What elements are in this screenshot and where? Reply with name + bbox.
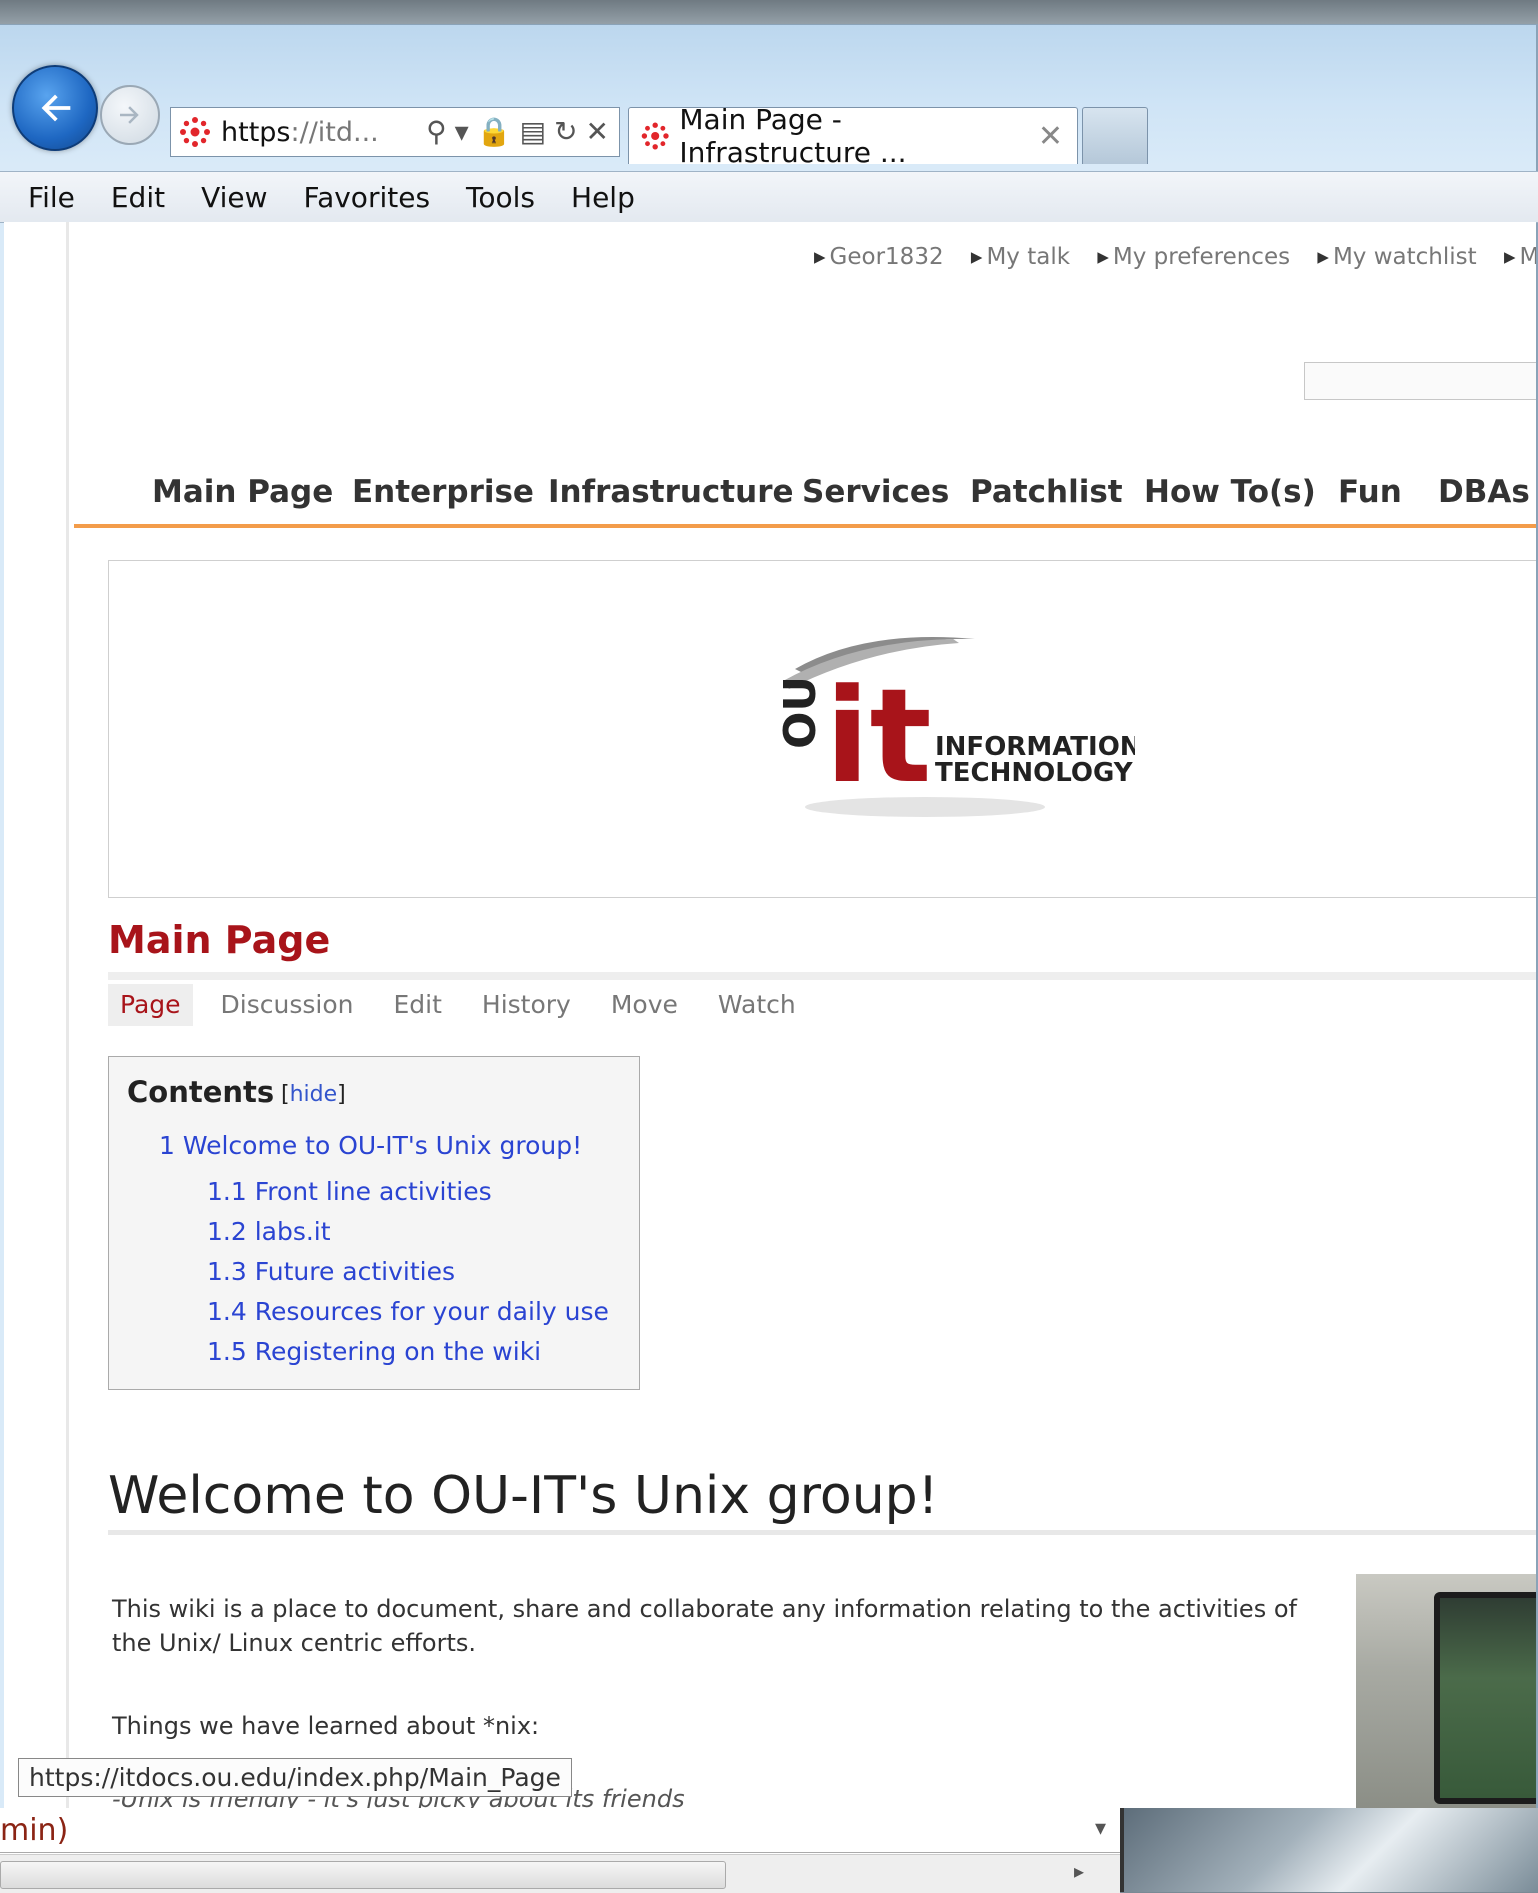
menu-view[interactable]: View [201,181,267,214]
heading-divider [108,1530,1536,1535]
back-button[interactable] [12,65,98,151]
menu-edit[interactable]: Edit [111,181,165,214]
nav-fun[interactable]: Fun [1338,474,1402,510]
page-title: Main Page [108,918,331,962]
user-link-talk[interactable]: My talk [971,244,1070,270]
tab-favicon-icon [641,122,669,150]
toc-item-1-5[interactable]: 1.5 Registering on the wiki [207,1337,541,1366]
toc-hide-close: ] [337,1082,346,1107]
toc-hide-link[interactable]: hide [290,1082,338,1107]
wiki-search-input[interactable] [1304,362,1536,400]
site-favicon-icon [180,117,210,147]
top-navigation: Main Page Enterprise Infrastructure Serv… [74,472,1536,528]
page-content: Geor1832 My talk My preferences My watch… [4,222,1536,1810]
tab-close-icon[interactable]: ✕ [1038,119,1063,154]
underlying-combobox[interactable]: min) ▾ [0,1808,1120,1853]
url-rest: ://itd... [290,116,379,148]
ou-it-logo[interactable]: OU it INFORMATION TECHNOLOGY [775,631,1135,831]
toc-hide-open: [ [281,1082,290,1107]
nav-services[interactable]: Services [802,474,949,510]
toc-title: Contents [127,1075,275,1109]
nav-dbas[interactable]: DBAs [1438,474,1530,510]
tab-discussion[interactable]: Discussion [209,984,366,1026]
intro-paragraph: This wiki is a place to document, share … [112,1595,1297,1657]
tab-main-page[interactable]: Main Page - Infrastructure ... ✕ [628,103,1078,169]
logo-technology: TECHNOLOGY [935,758,1134,788]
address-url[interactable]: https://itd... [221,117,379,148]
combobox-dropdown-icon[interactable]: ▾ [1095,1816,1106,1841]
horizontal-scrollbar[interactable]: ▸ [0,1854,1120,1893]
user-link-watchlist[interactable]: My watchlist [1317,244,1476,270]
section-heading: Welcome to OU-IT's Unix group! [108,1466,939,1526]
underlying-window: min) ▾ ▸ [0,1808,1538,1893]
tab-edit[interactable]: Edit [381,984,453,1026]
forward-arrow-icon [120,106,139,124]
toc-hide-toggle: [hide] [281,1082,346,1107]
toc-item-1-2[interactable]: 1.2 labs.it [207,1217,331,1246]
refresh-icon[interactable]: ↻ [554,118,577,146]
sidebar-photo[interactable] [1356,1574,1536,1810]
banner: OU it INFORMATION TECHNOLOGY [108,560,1536,898]
user-link-preferences[interactable]: My preferences [1097,244,1290,270]
lock-icon[interactable]: 🔒 [477,118,512,146]
scrollbar-thumb[interactable] [0,1861,726,1889]
tab-page[interactable]: Page [108,984,193,1026]
scroll-right-icon[interactable]: ▸ [1074,1859,1084,1883]
nav-enterprise[interactable]: Enterprise [352,474,534,510]
url-protocol: https [221,116,291,148]
things-learned: Things we have learned about *nix: [112,1712,540,1740]
menu-file[interactable]: File [28,181,75,214]
nav-how-tos[interactable]: How To(s) [1144,474,1316,510]
combobox-text: min) [0,1812,69,1848]
user-link-username[interactable]: Geor1832 [814,244,944,270]
tab-title: Main Page - Infrastructure ... [679,103,907,169]
address-tools: ⚲ ▾ 🔒 ▤ ↻ ✕ [426,118,609,146]
tab-move[interactable]: Move [599,984,690,1026]
menu-favorites[interactable]: Favorites [304,181,430,214]
menu-bar: File Edit View Favorites Tools Help [0,171,1538,223]
table-of-contents: Contents [hide] 1 Welcome to OU-IT's Uni… [108,1056,640,1390]
logo-ou: OU [775,676,826,749]
toc-item-1[interactable]: 1 Welcome to OU-IT's Unix group! [159,1131,582,1160]
page-actions: Page Discussion Edit History Move Watch [108,984,824,1026]
menu-help[interactable]: Help [571,181,635,214]
toc-item-1-1[interactable]: 1.1 Front line activities [207,1177,492,1206]
logo-it: it [825,660,932,812]
status-url-tooltip: https://itdocs.ou.edu/index.php/Main_Pag… [18,1758,572,1797]
nav-main-page[interactable]: Main Page [152,474,333,510]
underlying-image-pane [1124,1808,1538,1892]
search-icon[interactable]: ⚲ [426,118,447,146]
menu-tools[interactable]: Tools [466,181,535,214]
toc-item-1-4[interactable]: 1.4 Resources for your daily use [207,1297,609,1326]
photo-monitor [1434,1592,1536,1804]
title-divider [108,972,1536,980]
nav-patchlist[interactable]: Patchlist [970,474,1123,510]
user-link-contributions[interactable]: My c [1504,244,1536,270]
compatibility-icon[interactable]: ▤ [520,118,546,146]
toc-item-1-3[interactable]: 1.3 Future activities [207,1257,455,1286]
stop-icon[interactable]: ✕ [586,118,609,146]
back-arrow-icon [41,94,71,122]
tab-watch[interactable]: Watch [706,984,808,1026]
dropdown-icon[interactable]: ▾ [455,118,469,146]
tab-history[interactable]: History [470,984,583,1026]
nav-infrastructure[interactable]: Infrastructure [548,474,794,510]
new-tab-button[interactable] [1082,107,1148,164]
browser-window: https://itd... ⚲ ▾ 🔒 ▤ ↻ ✕ Main Page - I… [0,24,1538,1810]
address-bar[interactable]: https://itd... ⚲ ▾ 🔒 ▤ ↻ ✕ [170,107,620,157]
user-links: Geor1832 My talk My preferences My watch… [814,244,1536,270]
forward-button[interactable] [100,85,160,145]
left-gutter [4,222,69,1810]
